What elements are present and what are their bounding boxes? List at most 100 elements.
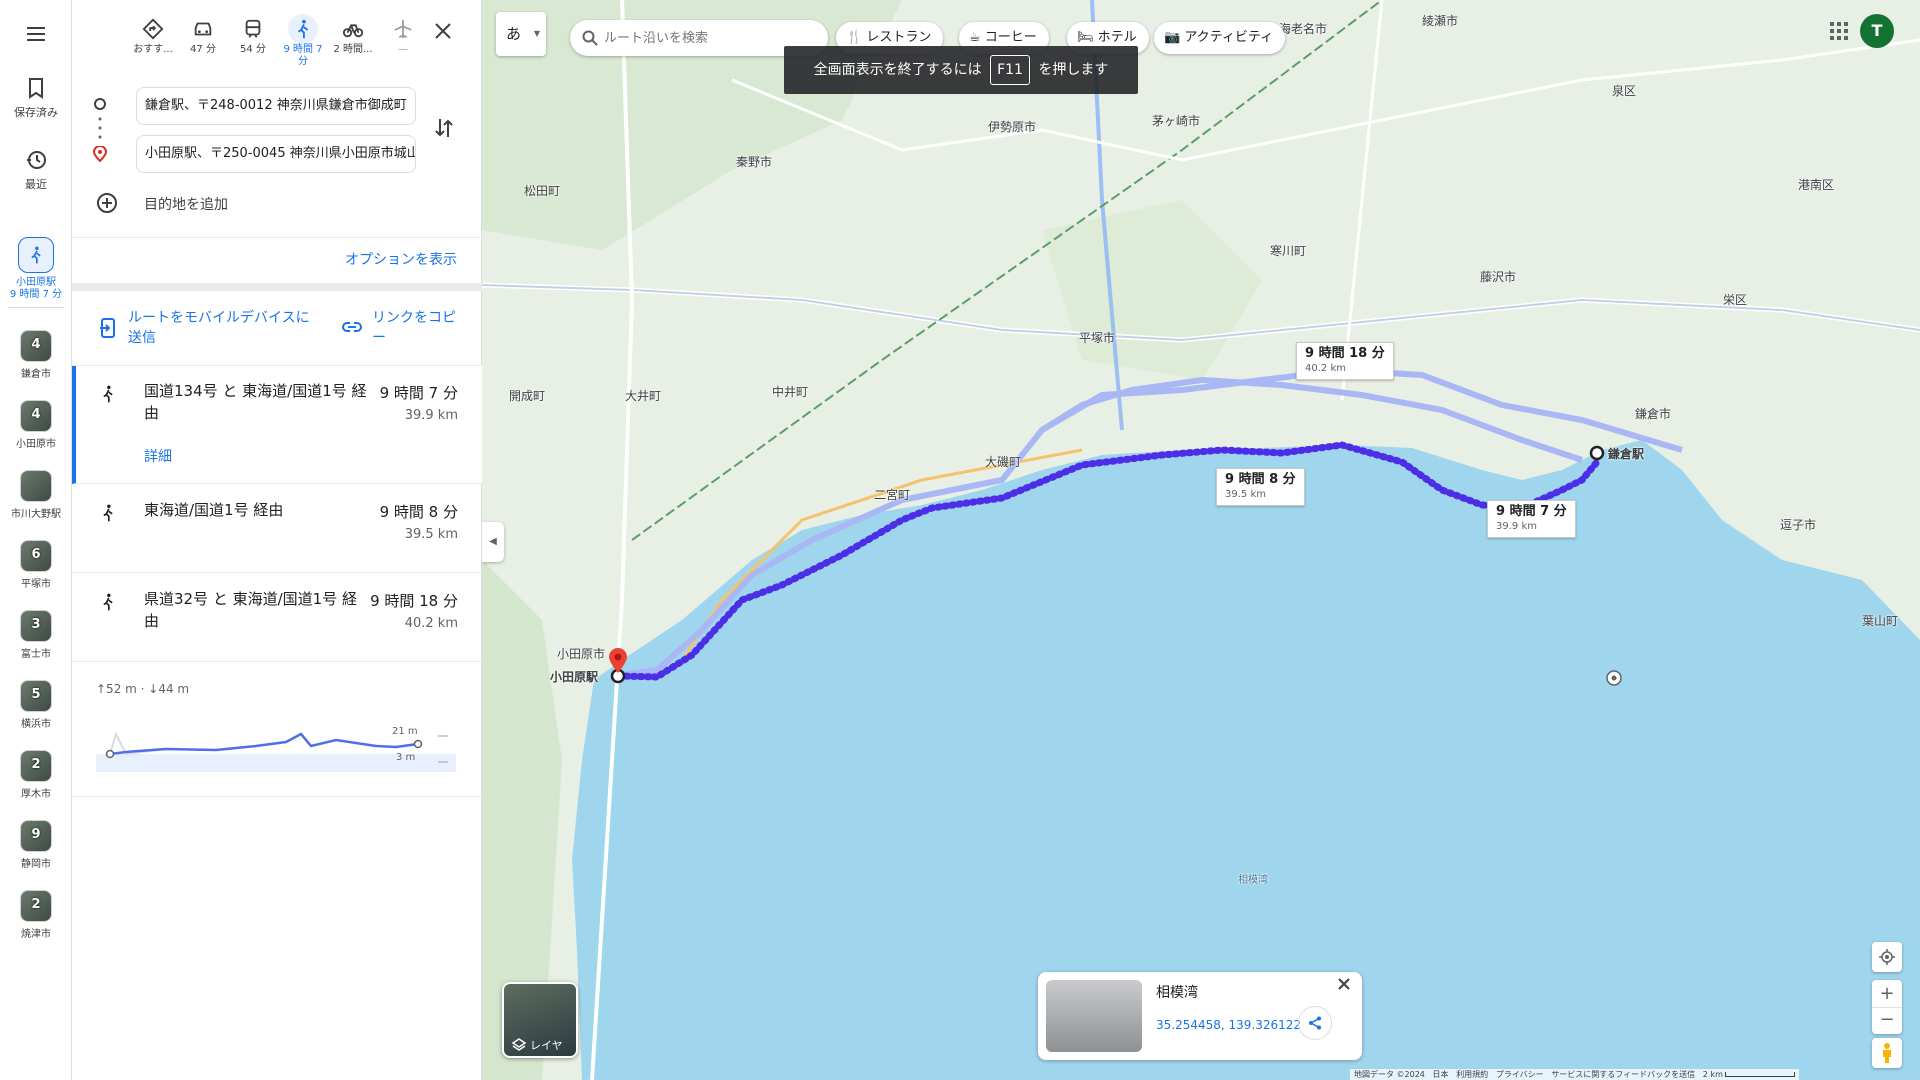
region-label[interactable]: 日本 xyxy=(1433,1070,1449,1079)
place-thumbnail[interactable] xyxy=(1046,980,1142,1052)
account-avatar[interactable]: T xyxy=(1860,14,1894,48)
route-label[interactable]: 9 時間 8 分 39.5 km xyxy=(1216,468,1305,506)
route-details-link[interactable]: 詳細 xyxy=(144,446,172,466)
saved-button[interactable]: 保存済み xyxy=(0,76,72,120)
ime-button[interactable]: あ ▼ xyxy=(496,12,546,56)
route-label[interactable]: 9 時間 7 分 39.9 km xyxy=(1487,500,1576,538)
recent-button[interactable]: 最近 xyxy=(0,148,72,192)
history-label: 焼津市 xyxy=(21,929,51,940)
terms-link[interactable]: 利用規約 xyxy=(1456,1070,1488,1079)
place-label: 港南区 xyxy=(1798,178,1835,192)
close-icon[interactable] xyxy=(434,22,452,40)
history-item[interactable]: 5 横浜市 xyxy=(8,680,64,730)
place-label: 寒川町 xyxy=(1270,244,1307,258)
history-item[interactable]: 3 富士市 xyxy=(8,610,64,660)
mode-flight[interactable]: — xyxy=(378,18,428,68)
map-canvas[interactable]: 綾瀬市 海老名市 伊勢原市 秦野市 松田町 開成町 大井町 中井町 平塚市 寒川… xyxy=(482,0,1920,1080)
rail-divider xyxy=(8,307,64,308)
zoom-out-button[interactable]: − xyxy=(1872,1007,1902,1034)
destination-pin-icon[interactable] xyxy=(608,648,628,674)
history-label: 平塚市 xyxy=(21,579,51,590)
mode-bicycle[interactable]: 2 時間... xyxy=(328,18,378,68)
camera-icon: 📷 xyxy=(1164,30,1185,45)
route-distance: 39.5 km xyxy=(404,527,458,542)
swap-icon[interactable] xyxy=(434,116,454,140)
history-item[interactable]: 4 小田原市 xyxy=(8,400,64,450)
place-label: 鎌倉市 xyxy=(1635,407,1672,421)
f11-key: F11 xyxy=(990,55,1030,85)
history-item[interactable]: 2 焼津市 xyxy=(8,890,64,940)
route-name: 県道32号 と 東海道/国道1号 経由 xyxy=(144,590,357,630)
search-icon xyxy=(582,30,598,46)
destination-field[interactable]: 小田原駅、〒250-0045 神奈川県小田原市城山 xyxy=(136,135,416,173)
place-label: 栄区 xyxy=(1723,293,1748,307)
dropped-pin-icon[interactable] xyxy=(1606,670,1622,686)
close-icon[interactable] xyxy=(1338,978,1350,990)
destination-pin-icon xyxy=(93,146,107,162)
place-info-card[interactable]: 相模湾 35.254458, 139.326122 xyxy=(1038,972,1362,1060)
zoom-in-button[interactable]: + xyxy=(1872,980,1902,1007)
history-label: 静岡市 xyxy=(21,859,51,870)
my-location-button[interactable] xyxy=(1872,942,1902,972)
history-item[interactable]: 9 静岡市 xyxy=(8,820,64,870)
pegman-icon xyxy=(1883,1043,1891,1063)
route-option[interactable]: 東海道/国道1号 経由 9 時間 8 分 39.5 km xyxy=(72,485,482,573)
link-icon xyxy=(342,322,362,332)
place-coordinates[interactable]: 35.254458, 139.326122 xyxy=(1156,1018,1301,1032)
add-destination-icon[interactable] xyxy=(96,192,118,214)
location-icon xyxy=(1879,949,1895,965)
place-label: 泉区 xyxy=(1612,84,1637,98)
feedback-link[interactable]: サービスに関するフィードバックを送信 xyxy=(1551,1070,1695,1079)
mode-best[interactable]: おすす... xyxy=(128,18,178,68)
origin-dot-icon xyxy=(94,98,106,110)
history-thumbnail: 5 xyxy=(20,680,52,712)
place-label: 小田原市 xyxy=(557,647,606,661)
privacy-link[interactable]: プライバシー xyxy=(1496,1070,1544,1079)
route-option[interactable]: 県道32号 と 東海道/国道1号 経由 9 時間 18 分 40.2 km xyxy=(72,574,482,662)
route-time: 9 時間 8 分 xyxy=(379,503,458,521)
apps-grid-icon[interactable] xyxy=(1830,22,1848,40)
route-search-input[interactable] xyxy=(604,20,814,56)
place-label: 開成町 xyxy=(509,389,546,403)
history-label: 市川大野駅 xyxy=(11,509,61,520)
history-item[interactable]: 市川大野駅 xyxy=(8,470,64,520)
history-thumbnail: 6 xyxy=(20,540,52,572)
mode-transit[interactable]: 54 分 xyxy=(228,18,278,68)
current-trip-time: 9 時間 7 分 xyxy=(9,289,63,300)
layers-label: レイヤ xyxy=(530,1039,563,1052)
add-destination-label[interactable]: 目的地を追加 xyxy=(144,194,228,214)
chip-activity[interactable]: 📷 アクティビティ xyxy=(1154,22,1286,54)
scale-label[interactable]: 2 km xyxy=(1703,1070,1723,1079)
history-label: 鎌倉市 xyxy=(21,369,51,380)
collapse-panel-button[interactable]: ◀ xyxy=(482,522,504,562)
history-item[interactable]: 6 平塚市 xyxy=(8,540,64,590)
route-name: 国道134号 と 東海道/国道1号 経由 xyxy=(144,382,367,422)
section-gap xyxy=(72,283,482,291)
share-button[interactable] xyxy=(1298,1006,1332,1040)
walk-icon xyxy=(288,14,318,44)
route-time: 9 時間 18 分 xyxy=(370,592,458,610)
mode-walk[interactable]: 9 時間 7 分 xyxy=(278,14,328,68)
place-label: 逗子市 xyxy=(1780,518,1817,532)
send-to-device-button[interactable]: ルートをモバイルデバイスに送信 xyxy=(128,308,318,348)
history-item[interactable]: 4 鎌倉市 xyxy=(8,330,64,380)
place-label: 平塚市 xyxy=(1079,331,1116,345)
route-label[interactable]: 9 時間 18 分 40.2 km xyxy=(1296,342,1394,380)
route-option-selected[interactable]: 国道134号 と 東海道/国道1号 経由 9 時間 7 分 39.9 km 詳細 xyxy=(72,366,482,484)
copy-link-button[interactable]: リンクをコピー xyxy=(372,308,462,348)
street-view-pegman[interactable] xyxy=(1872,1038,1902,1068)
options-link[interactable]: オプションを表示 xyxy=(345,249,457,269)
layers-button[interactable]: レイヤ xyxy=(502,982,578,1058)
origin-field[interactable]: 鎌倉駅、〒248-0012 神奈川県鎌倉市御成町 xyxy=(136,87,416,125)
elevation-min: 3 m xyxy=(396,752,416,763)
history-icon xyxy=(27,151,46,169)
history-item[interactable]: 2 厚木市 xyxy=(8,750,64,800)
current-trip[interactable]: 小田原駅 9 時間 7 分 xyxy=(0,237,72,301)
mode-drive[interactable]: 47 分 xyxy=(178,18,228,68)
menu-button[interactable] xyxy=(0,22,72,50)
place-label: 中井町 xyxy=(772,385,809,399)
route-name: 東海道/国道1号 経由 xyxy=(144,501,284,519)
walk-icon xyxy=(18,237,54,273)
route-time: 9 時間 7 分 xyxy=(379,384,458,402)
place-label: 大磯町 xyxy=(985,455,1022,469)
